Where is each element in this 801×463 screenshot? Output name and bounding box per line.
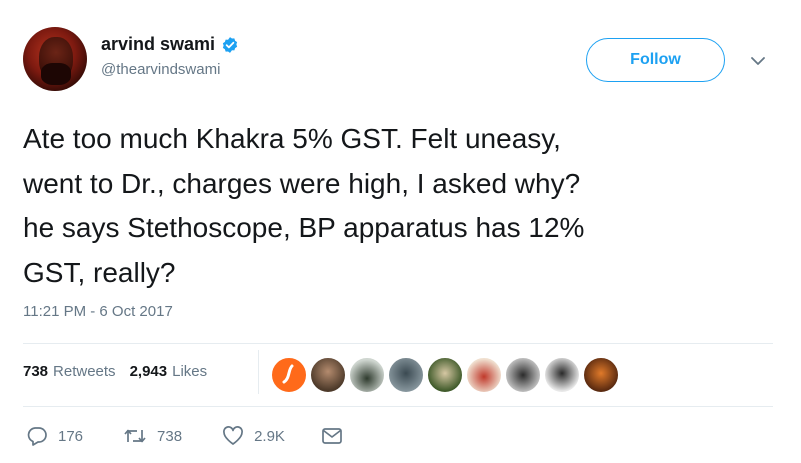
likes-stat[interactable]: 2,943 Likes xyxy=(130,363,208,380)
reply-icon xyxy=(26,426,48,446)
likes-label: Likes xyxy=(172,363,208,380)
retweet-count: 738 xyxy=(157,427,183,445)
liker-avatar[interactable] xyxy=(388,357,424,393)
author-block: arvind swami @thearvindswami xyxy=(101,34,239,78)
stats-separator xyxy=(258,350,259,394)
reply-button[interactable]: 176 xyxy=(26,426,83,446)
liker-avatar[interactable] xyxy=(427,357,463,393)
user-handle[interactable]: @thearvindswami xyxy=(101,61,239,78)
liker-avatar[interactable] xyxy=(310,357,346,393)
name-row: arvind swami xyxy=(101,34,239,55)
direct-message-button[interactable] xyxy=(321,427,343,445)
envelope-icon xyxy=(321,427,343,445)
like-button[interactable]: 2.9K xyxy=(222,426,285,446)
liker-avatar[interactable] xyxy=(466,357,502,393)
tweet-actions: 176 738 2.9K xyxy=(26,426,343,446)
tweet-text: Ate too much Khakra 5% GST. Felt uneasy,… xyxy=(23,117,773,295)
divider-top xyxy=(23,343,773,344)
liker-avatar[interactable] xyxy=(544,357,580,393)
tweet-text-line: GST, really? xyxy=(23,256,176,288)
reply-count: 176 xyxy=(58,427,84,445)
divider-bottom xyxy=(23,406,773,407)
tweet-timestamp[interactable]: 11:21 PM - 6 Oct 2017 xyxy=(23,303,173,320)
tweet-text-line: Ate too much Khakra 5% GST. Felt uneasy, xyxy=(23,123,561,154)
liker-avatar[interactable] xyxy=(583,357,619,393)
retweets-count: 738 xyxy=(23,363,49,380)
liker-avatar[interactable] xyxy=(271,357,307,393)
liker-avatar[interactable] xyxy=(349,357,385,393)
tweet-text-line: he says Stethoscope, BP apparatus has 12… xyxy=(23,212,585,243)
avatar-beard xyxy=(41,63,71,85)
heart-icon xyxy=(222,426,244,446)
tweet-stats: 738 Retweets 2,943 Likes xyxy=(23,363,207,380)
like-count: 2.9K xyxy=(254,427,285,445)
caret-down-icon[interactable] xyxy=(749,52,767,70)
retweet-button[interactable]: 738 xyxy=(123,426,182,446)
tweet-text-line: went to Dr., charges were high, I asked … xyxy=(23,167,581,199)
display-name[interactable]: arvind swami xyxy=(101,34,215,55)
retweets-label: Retweets xyxy=(53,363,116,380)
follow-button[interactable]: Follow xyxy=(586,38,725,82)
retweets-stat[interactable]: 738 Retweets xyxy=(23,363,116,380)
verified-badge-icon xyxy=(221,36,239,54)
liker-avatar[interactable] xyxy=(505,357,541,393)
likes-count: 2,943 xyxy=(129,363,168,380)
profile-avatar[interactable] xyxy=(23,27,87,91)
retweet-icon xyxy=(123,426,147,446)
